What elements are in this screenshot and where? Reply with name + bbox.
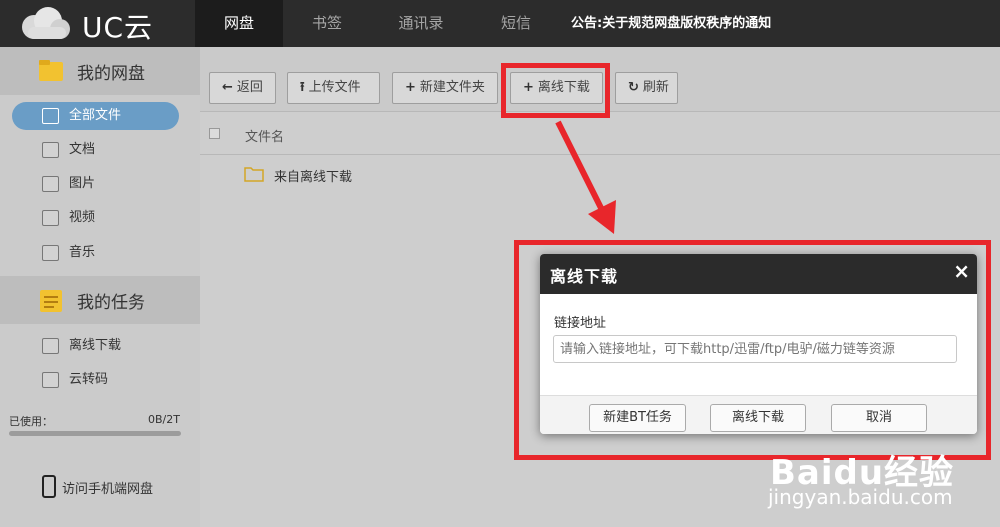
sidebar-item-documents[interactable]: 文档	[12, 136, 179, 164]
sidebar-item-all-files[interactable]: 全部文件	[12, 102, 179, 130]
dialog-footer: 新建BT任务 离线下载 取消	[540, 395, 977, 434]
app-brand: UC云	[82, 11, 154, 44]
highlight-offline-download-button	[501, 63, 610, 118]
list-icon	[42, 338, 59, 354]
announcement-link[interactable]: 公告:关于规范网盘版权秩序的通知	[571, 0, 771, 47]
phone-icon	[42, 475, 56, 498]
watermark-url: jingyan.baidu.com	[768, 485, 953, 509]
sidebar: 我的网盘 全部文件 文档 图片 视频 音乐 我的任务 离线下载 云转码 已使用：…	[0, 47, 200, 527]
dialog-body: 链接地址	[540, 294, 977, 395]
top-navigation-bar: UC云 网盘 书签 通讯录 短信 公告:关于规范网盘版权秩序的通知	[0, 0, 1000, 47]
tab-contacts[interactable]: 通讯录	[377, 0, 465, 47]
sidebar-item-images[interactable]: 图片	[12, 170, 179, 198]
new-folder-button[interactable]: + 新建文件夹	[392, 72, 498, 104]
cloud-logo-icon	[22, 7, 70, 39]
sidebar-item-offline-download[interactable]: 离线下载	[12, 332, 179, 360]
tab-disk[interactable]: 网盘	[195, 0, 283, 47]
dialog-header: 离线下载 ×	[540, 254, 977, 294]
refresh-icon: ↻	[628, 80, 639, 95]
close-icon[interactable]: ×	[953, 261, 970, 281]
storage-usage-value: 0B/2T	[148, 413, 180, 426]
url-input[interactable]	[553, 335, 957, 363]
plus-icon: +	[405, 80, 416, 95]
folder-icon	[39, 60, 63, 81]
select-all-checkbox[interactable]	[209, 128, 220, 139]
cancel-button[interactable]: 取消	[831, 404, 927, 432]
folder-icon	[244, 167, 264, 182]
my-disk-title: 我的网盘	[77, 64, 145, 84]
url-field-label: 链接地址	[554, 316, 607, 331]
image-icon	[42, 176, 59, 192]
storage-usage-label: 已使用：	[9, 415, 53, 428]
list-icon	[42, 372, 59, 388]
storage-usage-bar	[9, 431, 181, 436]
app-logo[interactable]: UC云	[0, 0, 200, 47]
sidebar-item-cloud-transcode[interactable]: 云转码	[12, 366, 179, 394]
new-bt-task-button[interactable]: 新建BT任务	[589, 404, 686, 432]
notepad-icon	[40, 290, 62, 312]
uc-cloud-app: UC云 网盘 书签 通讯录 短信 公告:关于规范网盘版权秩序的通知 我的网盘 全…	[0, 0, 1000, 527]
sidebar-item-music[interactable]: 音乐	[12, 239, 179, 267]
tab-bookmarks[interactable]: 书签	[283, 0, 371, 47]
document-icon	[42, 142, 59, 158]
upload-button[interactable]: ⭱ 上传文件	[287, 72, 380, 104]
tab-sms[interactable]: 短信	[472, 0, 560, 47]
video-icon	[42, 210, 59, 226]
file-name[interactable]: 来自离线下载	[274, 166, 352, 185]
offline-download-dialog: 离线下载 × 链接地址 新建BT任务 离线下载 取消	[540, 254, 977, 434]
offline-download-confirm-button[interactable]: 离线下载	[710, 404, 806, 432]
sidebar-item-videos[interactable]: 视频	[12, 204, 179, 232]
list-icon	[42, 108, 59, 124]
refresh-button[interactable]: ↻ 刷新	[615, 72, 678, 104]
my-tasks-section-header: 我的任务	[0, 276, 200, 324]
upload-icon: ⭱	[300, 80, 305, 95]
my-tasks-title: 我的任务	[77, 293, 145, 313]
back-button[interactable]: ← 返回	[209, 72, 276, 104]
arrow-left-icon: ←	[222, 80, 233, 95]
red-arrow-annotation	[555, 120, 616, 234]
column-filename: 文件名	[245, 130, 285, 145]
mobile-disk-link[interactable]: 访问手机端网盘	[40, 474, 180, 500]
my-disk-section-header: 我的网盘	[0, 47, 200, 95]
music-icon	[42, 245, 59, 261]
dialog-title: 离线下载	[550, 267, 619, 286]
